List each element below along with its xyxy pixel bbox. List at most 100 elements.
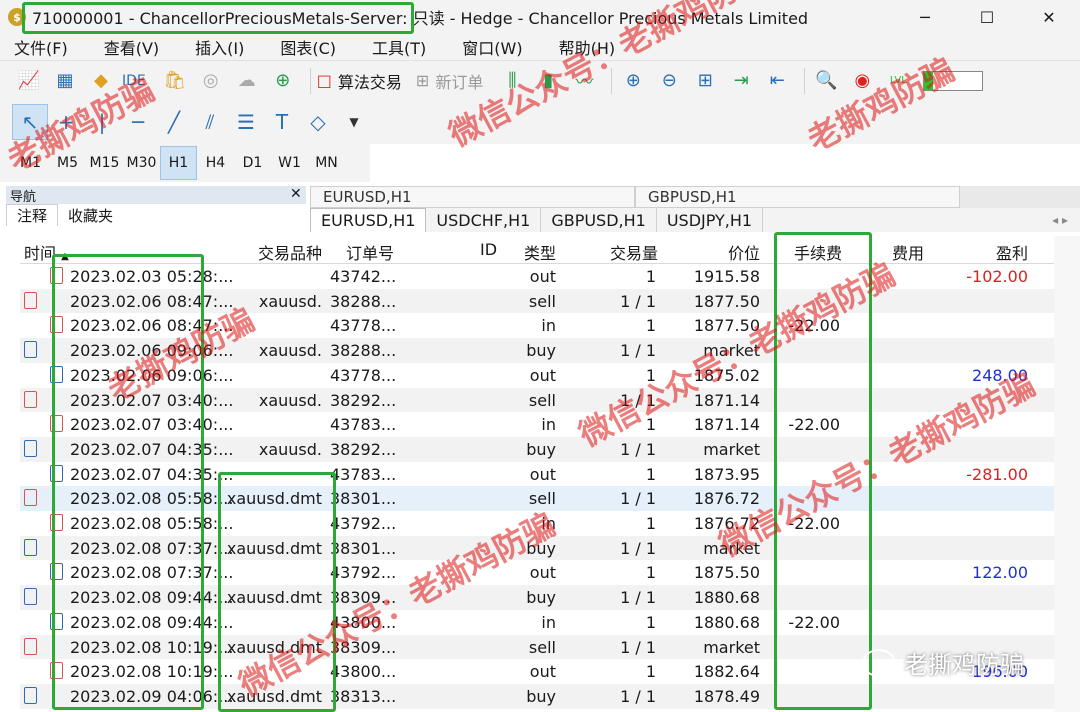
chart-shift-icon[interactable]: ⇤ [762, 66, 792, 96]
menu-view[interactable]: 查看(V) [90, 35, 159, 59]
signals-icon[interactable]: ◎ [196, 66, 226, 96]
tab-usdjpy[interactable]: USDJPY,H1 [657, 208, 764, 232]
cell-type: out [529, 365, 556, 385]
metaquotes-icon[interactable]: ◆ [86, 66, 116, 96]
col-price[interactable]: 价位 [728, 240, 760, 264]
standard-toolbar: 📈 ▦ ◆ IDE 🛍 ◎ ☁ ⊕ □ 算法交易 ⊞ 新订单 ⫼ ▮ 〰 ⊕ ⊖ ⊞… [0, 60, 1080, 100]
col-profit[interactable]: 盈利 [996, 240, 1028, 264]
algo-trading-button[interactable]: □ 算法交易 [317, 69, 402, 93]
cell-order: 38309... [330, 637, 397, 657]
cell-volume: 1 [645, 514, 656, 533]
zoom-in-icon[interactable]: ⊕ [618, 66, 648, 96]
sell-deal-icon [24, 291, 37, 309]
vertical-line-icon[interactable]: | [84, 104, 120, 140]
tab-favorites[interactable]: 收藏夹 [58, 204, 123, 226]
profiles-icon[interactable]: ▦ [50, 66, 80, 96]
line-chart-icon[interactable]: 〰 [569, 66, 599, 96]
buy-deal-icon [24, 439, 37, 457]
chart-window-gbpusd[interactable]: GBPUSD,H1 [635, 186, 960, 208]
market-icon[interactable]: 🛍 [160, 66, 190, 96]
vps-icon[interactable]: ☁ [232, 66, 262, 96]
cell-symbol: xauusd. [258, 341, 322, 361]
close-icon[interactable]: ✕ [290, 186, 302, 202]
chevron-down-icon[interactable]: ▼ [336, 104, 372, 140]
notification-icon[interactable]: ◉ [847, 66, 877, 96]
progress-bar [923, 70, 984, 91]
cell-volume: 1 / 1 [620, 637, 656, 657]
navigator-tabs: 注释 收藏夹 [6, 204, 123, 226]
col-type[interactable]: 类型 [524, 240, 556, 264]
period-m30[interactable]: M30 [123, 146, 160, 180]
menu-help[interactable]: 帮助(H) [545, 35, 616, 59]
horizontal-line-icon[interactable]: ─ [120, 104, 156, 140]
menu-window[interactable]: 窗口(W) [448, 35, 522, 59]
col-id[interactable]: ID [480, 240, 497, 259]
col-order[interactable]: 订单号 [346, 240, 394, 264]
period-m5[interactable]: M5 [49, 146, 86, 180]
menu-tools[interactable]: 工具(T) [358, 35, 426, 59]
sell-deal-icon [24, 390, 37, 408]
channel-icon[interactable]: ⫽ [192, 104, 228, 140]
menu-insert[interactable]: 插入(I) [181, 35, 244, 59]
highlight-box-symbol [218, 472, 336, 712]
minimize-button[interactable]: ─ [894, 0, 956, 34]
cell-type: in [541, 514, 556, 533]
bar-chart-icon[interactable]: ⫼ [497, 66, 527, 96]
menu-charts[interactable]: 图表(C) [266, 35, 336, 59]
cell-volume: 1 / 1 [620, 588, 656, 608]
col-volume[interactable]: 交易量 [610, 240, 658, 264]
zoom-out-icon[interactable]: ⊖ [654, 66, 684, 96]
period-h1[interactable]: H1 [160, 146, 197, 180]
cell-type: out [529, 464, 556, 484]
cell-price: 1878.49 [693, 686, 760, 706]
tab-usdchf[interactable]: USDCHF,H1 [426, 208, 542, 232]
level-icon: LVL [889, 75, 907, 86]
col-fee[interactable]: 费用 [892, 240, 924, 264]
cell-order: 43792... [330, 514, 397, 533]
text-icon[interactable]: T [264, 104, 300, 140]
close-button[interactable]: ✕ [1018, 0, 1080, 34]
maximize-button[interactable]: ☐ [956, 0, 1018, 34]
cursor-icon[interactable]: ↖ [12, 104, 48, 140]
cell-volume: 1 [645, 563, 656, 583]
cell-type: buy [526, 588, 556, 608]
cell-type: out [529, 662, 556, 682]
period-mn[interactable]: MN [308, 146, 345, 180]
candlestick-icon[interactable]: ▮ [533, 66, 563, 96]
cell-order: 43778... [330, 316, 397, 336]
period-w1[interactable]: W1 [271, 146, 308, 180]
cell-price: 1877.50 [693, 291, 760, 311]
period-h4[interactable]: H4 [197, 146, 234, 180]
menu-file[interactable]: 文件(F) [0, 35, 68, 59]
col-symbol[interactable]: 交易品种 [258, 240, 322, 264]
tab-eurusd[interactable]: EURUSD,H1 [310, 208, 427, 232]
tab-scroll-arrows[interactable]: ◂ ▸ [1052, 213, 1068, 227]
crosshair-icon[interactable]: + [48, 104, 84, 140]
cell-price: market [703, 439, 760, 459]
period-d1[interactable]: D1 [234, 146, 271, 180]
cell-price: market [703, 538, 760, 558]
toolbar-separator [309, 67, 311, 94]
cell-volume: 1 [645, 415, 656, 435]
cell-type: buy [526, 341, 556, 361]
cell-price: 1875.50 [693, 563, 760, 583]
shapes-icon[interactable]: ◇ [300, 104, 336, 140]
period-m1[interactable]: M1 [12, 146, 49, 180]
community-icon[interactable]: ⊕ [268, 66, 298, 96]
new-order-button[interactable]: ⊞ 新订单 [416, 69, 483, 93]
cell-order: 38301... [330, 538, 397, 558]
period-m15[interactable]: M15 [86, 146, 123, 180]
vertical-scrollbar[interactable] [1054, 236, 1080, 712]
tab-notes[interactable]: 注释 [6, 204, 59, 226]
tab-gbpusd[interactable]: GBPUSD,H1 [541, 208, 657, 232]
auto-scroll-icon[interactable]: ⇥ [726, 66, 756, 96]
ide-button[interactable]: IDE [122, 73, 146, 89]
chart-window-eurusd[interactable]: EURUSD,H1 [310, 186, 635, 208]
tile-windows-icon[interactable]: ⊞ [690, 66, 720, 96]
cell-volume: 1 / 1 [620, 489, 656, 509]
search-icon[interactable]: 🔍 [811, 66, 841, 96]
plus-icon: ⊞ [415, 71, 430, 90]
fibonacci-icon[interactable]: ☰ [228, 104, 264, 140]
chart-icon[interactable]: 📈 [14, 66, 44, 96]
trendline-icon[interactable]: ╱ [156, 104, 192, 140]
